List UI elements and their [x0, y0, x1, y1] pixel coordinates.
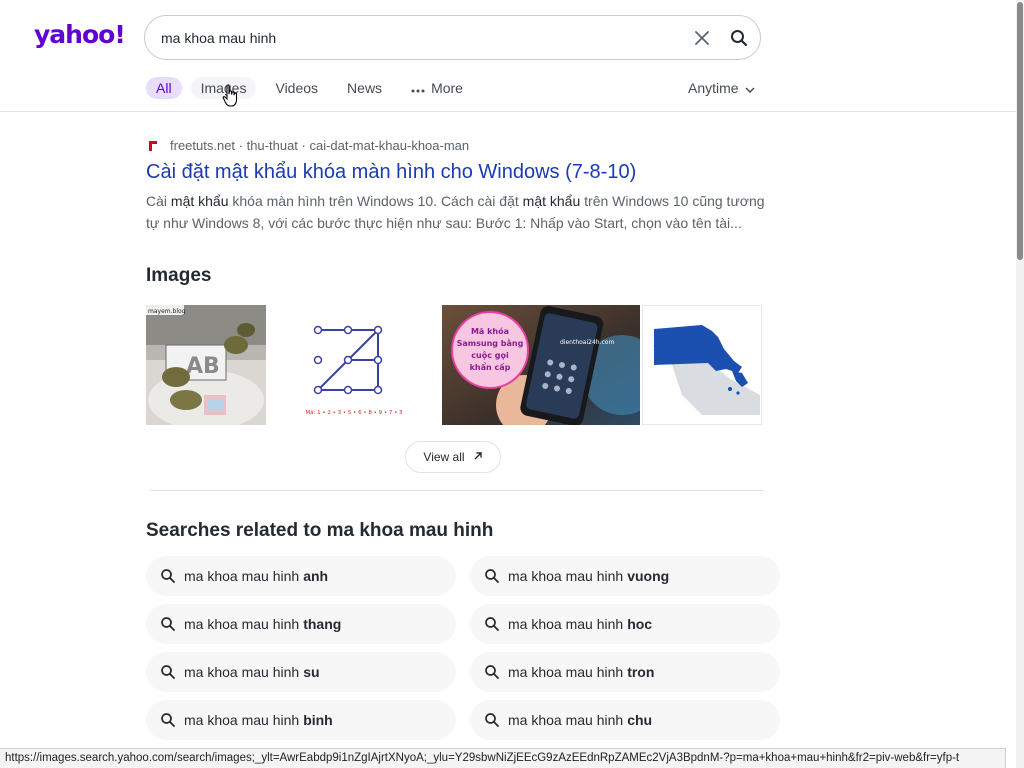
search-icon[interactable] — [729, 28, 749, 48]
search-icon — [484, 664, 500, 680]
tab-more-label: More — [431, 80, 463, 96]
related-search-item[interactable]: ma khoa mau hinh thang — [146, 604, 456, 644]
image-thumbnail-figures[interactable]: AB mayem.blog — [146, 305, 266, 425]
image-thumbnail-samsung[interactable]: dienthoai24h.com Mã khóa Samsung bằng cu… — [442, 305, 640, 425]
result-source[interactable]: freetuts.net · thu-thuat · cai-dat-mat-k… — [146, 136, 766, 154]
section-divider — [150, 490, 764, 491]
samsung-caption-2: Samsung bằng — [457, 338, 524, 348]
search-icon — [160, 664, 176, 680]
search-icon — [484, 616, 500, 632]
snippet-highlight: mật khẩu — [170, 193, 229, 209]
tab-more[interactable]: More — [401, 77, 473, 99]
scrollbar-thumb[interactable] — [1017, 2, 1023, 260]
view-all-label: View all — [423, 450, 465, 464]
related-prefix: ma khoa mau hinh — [184, 712, 300, 728]
yahoo-logo[interactable]: yahoo! — [34, 20, 126, 49]
site-favicon-icon — [146, 138, 160, 152]
close-icon[interactable] — [692, 28, 712, 48]
chevron-down-icon — [745, 80, 755, 96]
search-result: freetuts.net · thu-thuat · cai-dat-mat-k… — [146, 136, 766, 234]
related-suffix: chu — [627, 712, 653, 728]
result-source-text: freetuts.net · thu-thuat · cai-dat-mat-k… — [170, 137, 470, 153]
samsung-watermark: dienthoai24h.com — [560, 339, 614, 346]
samsung-caption-1: Mã khóa — [471, 326, 509, 336]
related-search-item[interactable]: ma khoa mau hinh chu — [470, 700, 780, 740]
related-prefix: ma khoa mau hinh — [184, 664, 300, 680]
related-prefix: ma khoa mau hinh — [508, 568, 624, 584]
related-suffix: hoc — [627, 616, 653, 632]
snippet-highlight: mật khẩu — [522, 193, 581, 209]
images-row: AB mayem.blog Mã: 1 • 2 • 3 • 5 • 6 • 8 — [146, 305, 762, 425]
mouse-cursor-hand-icon — [222, 84, 240, 108]
time-filter-label: Anytime — [688, 80, 739, 96]
related-prefix: ma khoa mau hinh — [508, 616, 624, 632]
related-search-item[interactable]: ma khoa mau hinh su — [146, 652, 456, 692]
search-icon — [484, 568, 500, 584]
svg-text:AB: AB — [186, 354, 220, 379]
vertical-tabs: All Images Videos News More — [146, 76, 482, 100]
image-thumbnail-pattern-lock[interactable]: Mã: 1 • 2 • 3 • 5 • 6 • 8 • 9 • 7 • 3 — [268, 305, 440, 425]
related-prefix: ma khoa mau hinh — [508, 664, 624, 680]
snippet-text: Cài — [146, 193, 171, 209]
related-search-item[interactable]: ma khoa mau hinh hoc — [470, 604, 780, 644]
search-icon — [160, 568, 176, 584]
tab-all[interactable]: All — [146, 77, 182, 99]
related-suffix: su — [303, 664, 320, 680]
related-search-item[interactable]: ma khoa mau hinh binh — [146, 700, 456, 740]
samsung-caption-3: cuộc gọi — [471, 351, 509, 360]
related-search-item[interactable]: ma khoa mau hinh vuong — [470, 556, 780, 596]
related-suffix: anh — [303, 568, 329, 584]
samsung-caption-4: khẩn cấp — [470, 362, 511, 372]
pattern-caption: Mã: 1 • 2 • 3 • 5 • 6 • 8 • 9 • 7 • 3 — [305, 410, 403, 416]
images-heading: Images — [146, 265, 212, 286]
image-thumbnail-map[interactable] — [642, 305, 762, 425]
related-suffix: binh — [303, 712, 333, 728]
status-bar-url: https://images.search.yahoo.com/search/i… — [0, 748, 1006, 768]
photo-tag: mayem.blog — [148, 308, 186, 315]
related-search-item[interactable]: ma khoa mau hinh anh — [146, 556, 456, 596]
related-suffix: vuong — [627, 568, 670, 584]
search-icon — [160, 712, 176, 728]
related-prefix: ma khoa mau hinh — [184, 568, 300, 584]
search-input[interactable] — [161, 28, 681, 48]
search-icon — [160, 616, 176, 632]
view-all-images-button[interactable]: View all — [405, 441, 501, 473]
tab-videos[interactable]: Videos — [265, 77, 328, 99]
result-snippet: Cài mật khẩu khóa màn hình trên Windows … — [146, 190, 766, 234]
result-title-link[interactable]: Cài đặt mật khẩu khóa màn hình cho Windo… — [146, 161, 766, 184]
snippet-text: khóa màn hình trên Windows 10. Cách cài … — [228, 193, 523, 209]
related-suffix: thang — [303, 616, 342, 632]
related-searches-heading: Searches related to ma khoa mau hinh — [146, 520, 494, 541]
more-dots-icon — [411, 80, 425, 96]
related-prefix: ma khoa mau hinh — [184, 616, 300, 632]
time-filter-dropdown[interactable]: Anytime — [688, 80, 755, 96]
header: yahoo! All Images Videos News More Anyti… — [0, 0, 1018, 112]
tab-news[interactable]: News — [337, 77, 392, 99]
arrow-up-right-icon — [473, 450, 483, 464]
search-icon — [484, 712, 500, 728]
search-box[interactable] — [144, 15, 761, 60]
related-suffix: tron — [627, 664, 655, 680]
related-search-item[interactable]: ma khoa mau hinh tron — [470, 652, 780, 692]
related-prefix: ma khoa mau hinh — [508, 712, 624, 728]
